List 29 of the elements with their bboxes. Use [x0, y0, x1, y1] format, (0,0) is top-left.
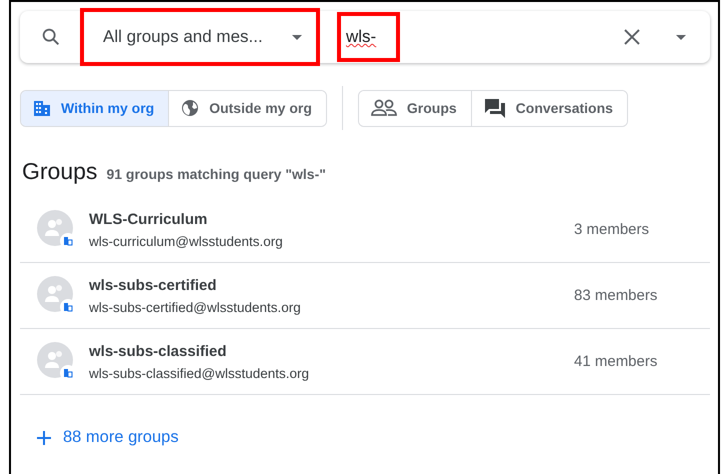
filter-tab[interactable]: Conversations: [470, 90, 627, 126]
member-count: 41 members: [574, 353, 658, 370]
group-email: wls-curriculum@wlsstudents.org: [89, 234, 284, 248]
search-icon[interactable]: [40, 26, 62, 48]
filter-tab[interactable]: Within my org: [21, 90, 168, 126]
group-email: wls-subs-certified@wlsstudents.org: [89, 300, 302, 314]
chat-icon: [484, 98, 506, 118]
section-title: Groups: [22, 158, 98, 185]
people-icon: [370, 99, 397, 117]
building-icon: [33, 99, 51, 117]
member-count: 3 members: [574, 221, 650, 238]
caret-icon: [292, 34, 302, 40]
close-icon[interactable]: [624, 29, 640, 45]
search-field[interactable]: wls-: [337, 12, 400, 62]
globe-icon: [181, 99, 200, 117]
group-row[interactable]: wls-subs-classified wls-subs-classified@wlsstudents.org 41 members: [20, 329, 710, 395]
group-row[interactable]: wls-subs-certified wls-subs-certified@wlsstudents.org 83 members: [20, 263, 710, 329]
group-row[interactable]: WLS-Curriculum wls-curriculum@wlsstudents.org 3 members: [20, 197, 710, 263]
result-count: 91 groups matching query "wls-": [106, 166, 326, 182]
plus-icon: [36, 430, 52, 446]
scope-dropdown[interactable]: All groups and mes...: [80, 8, 320, 66]
group-name: wls-subs-classified: [89, 342, 228, 360]
more-groups-link[interactable]: 88 more groups: [36, 428, 179, 447]
group-name: wls-subs-certified: [89, 276, 218, 294]
group-email: wls-subs-classified@wlsstudents.org: [89, 366, 310, 380]
filter-tab[interactable]: Outside my org: [168, 90, 326, 126]
member-count: 83 members: [574, 287, 658, 304]
caret-icon[interactable]: [676, 34, 686, 40]
group-name: WLS-Curriculum: [89, 210, 208, 228]
